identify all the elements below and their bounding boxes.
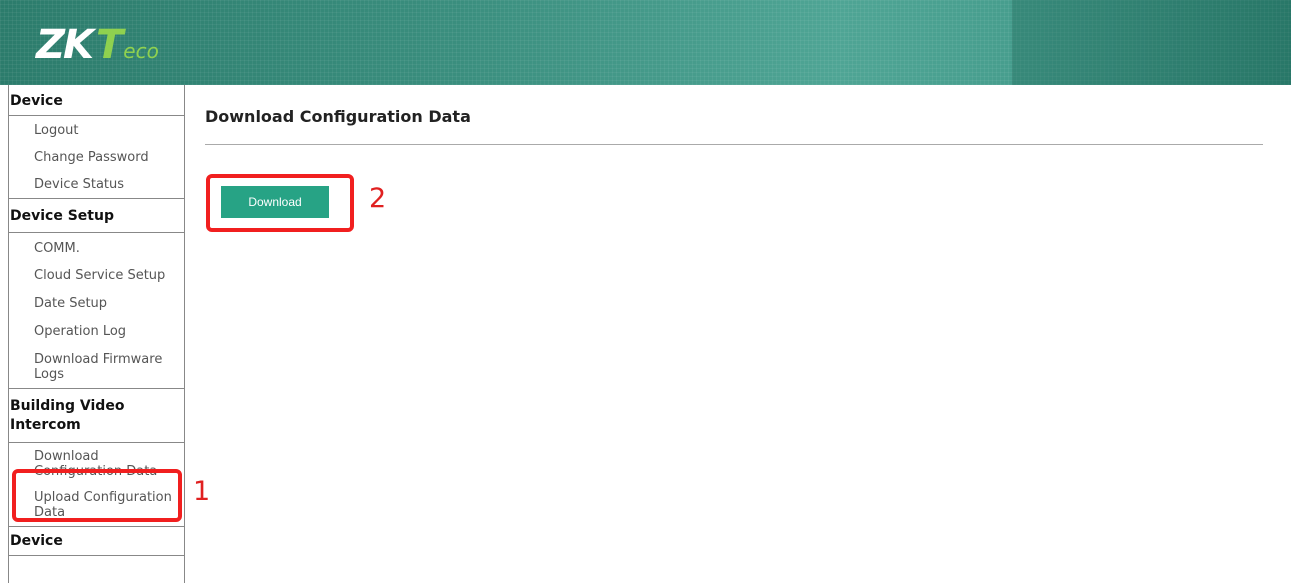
main-content: Download Configuration Data Download	[185, 85, 1291, 583]
annotation-number-step1: 1	[193, 476, 211, 507]
sidebar-item-cloud-service-setup[interactable]: Cloud Service Setup	[34, 261, 184, 289]
sidebar-item-comm[interactable]: COMM.	[34, 233, 184, 261]
header-banner: ZK T eco	[0, 0, 1291, 85]
logo-eco: eco	[123, 39, 159, 63]
sidebar-item-logout[interactable]: Logout	[34, 116, 184, 144]
sidebar-section-device[interactable]: Device	[9, 85, 184, 116]
sidebar-item-operation-log[interactable]: Operation Log	[34, 317, 184, 345]
annotation-box-step1	[12, 469, 182, 522]
logo-t: T	[96, 22, 124, 68]
sidebar-section-device-setup[interactable]: Device Setup	[9, 198, 184, 233]
zkteco-logo: ZK T eco	[36, 22, 159, 68]
sidebar-item-date-setup[interactable]: Date Setup	[34, 289, 184, 317]
logo-zk: ZK	[36, 22, 94, 68]
sidebar-item-download-firmware-logs[interactable]: Download Firmware Logs	[34, 345, 184, 388]
annotation-number-step2: 2	[369, 183, 387, 214]
sidebar-section-building-video-intercom[interactable]: Building Video Intercom	[9, 388, 184, 443]
sidebar-item-change-password[interactable]: Change Password	[34, 144, 184, 171]
title-divider	[205, 144, 1263, 145]
page-title: Download Configuration Data	[205, 107, 471, 126]
sidebar-item-device-status[interactable]: Device Status	[34, 171, 184, 198]
sidebar-section-device-2[interactable]: Device	[9, 526, 184, 556]
header-dark-strip	[1012, 0, 1291, 85]
annotation-box-step2	[206, 174, 354, 232]
